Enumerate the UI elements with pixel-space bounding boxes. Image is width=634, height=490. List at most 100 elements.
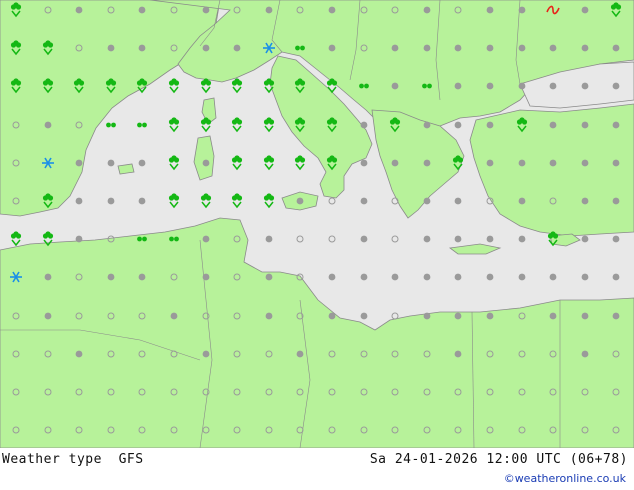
overcast-icon xyxy=(423,159,431,167)
overcast-icon xyxy=(75,350,83,358)
overcast-icon xyxy=(107,44,115,52)
overcast-icon xyxy=(581,312,589,320)
overcast-icon xyxy=(612,273,620,281)
overcast-icon xyxy=(138,44,146,52)
overcast-icon xyxy=(138,273,146,281)
overcast-icon xyxy=(486,6,494,14)
overcast-icon xyxy=(486,235,494,243)
overcast-icon xyxy=(202,6,210,14)
overcast-icon xyxy=(391,44,399,52)
map-datetime: Sa 24-01-2026 12:00 UTC (06+78) xyxy=(369,452,628,467)
overcast-icon xyxy=(202,273,210,281)
overcast-icon xyxy=(360,159,368,167)
overcast-icon xyxy=(75,6,83,14)
overcast-icon xyxy=(612,121,620,129)
overcast-icon xyxy=(581,350,589,358)
overcast-icon xyxy=(549,44,557,52)
overcast-icon xyxy=(612,159,620,167)
overcast-icon xyxy=(518,44,526,52)
map-title: Weather type xyxy=(2,452,102,467)
overcast-icon xyxy=(423,121,431,129)
overcast-icon xyxy=(138,6,146,14)
overcast-icon xyxy=(170,312,178,320)
overcast-icon xyxy=(44,121,52,129)
overcast-icon xyxy=(328,312,336,320)
overcast-icon xyxy=(549,121,557,129)
overcast-icon xyxy=(581,159,589,167)
overcast-icon xyxy=(486,159,494,167)
overcast-icon xyxy=(612,82,620,90)
overcast-icon xyxy=(75,159,83,167)
weather-map xyxy=(0,0,634,448)
overcast-icon xyxy=(360,273,368,281)
overcast-icon xyxy=(296,350,304,358)
overcast-icon xyxy=(581,6,589,14)
overcast-icon xyxy=(391,82,399,90)
overcast-icon xyxy=(107,197,115,205)
overcast-icon xyxy=(423,312,431,320)
overcast-icon xyxy=(486,82,494,90)
overcast-icon xyxy=(328,44,336,52)
overcast-icon xyxy=(360,197,368,205)
overcast-icon xyxy=(107,159,115,167)
overcast-icon xyxy=(202,44,210,52)
overcast-icon xyxy=(486,312,494,320)
overcast-icon xyxy=(454,197,462,205)
map-footer-left: Weather type GFS xyxy=(2,452,144,467)
overcast-icon xyxy=(581,44,589,52)
overcast-icon xyxy=(202,159,210,167)
overcast-icon xyxy=(44,273,52,281)
overcast-icon xyxy=(486,44,494,52)
overcast-icon xyxy=(549,82,557,90)
overcast-icon xyxy=(107,273,115,281)
overcast-icon xyxy=(581,235,589,243)
overcast-icon xyxy=(138,159,146,167)
land-balearic xyxy=(117,163,135,175)
overcast-icon xyxy=(612,197,620,205)
overcast-icon xyxy=(518,159,526,167)
overcast-icon xyxy=(423,44,431,52)
overcast-icon xyxy=(454,350,462,358)
overcast-icon xyxy=(423,6,431,14)
overcast-icon xyxy=(423,273,431,281)
overcast-icon xyxy=(391,159,399,167)
overcast-icon xyxy=(265,235,273,243)
overcast-icon xyxy=(454,273,462,281)
overcast-icon xyxy=(518,82,526,90)
weather-map-panel: Weather type GFS Sa 24-01-2026 12:00 UTC… xyxy=(0,0,634,490)
overcast-icon xyxy=(486,273,494,281)
overcast-icon xyxy=(549,273,557,281)
overcast-icon xyxy=(612,312,620,320)
overcast-icon xyxy=(454,235,462,243)
overcast-icon xyxy=(391,273,399,281)
overcast-icon xyxy=(454,312,462,320)
overcast-icon xyxy=(518,6,526,14)
overcast-icon xyxy=(360,312,368,320)
overcast-icon xyxy=(549,159,557,167)
overcast-icon xyxy=(612,44,620,52)
overcast-icon xyxy=(328,273,336,281)
overcast-icon xyxy=(581,82,589,90)
overcast-icon xyxy=(454,82,462,90)
overcast-icon xyxy=(486,121,494,129)
overcast-icon xyxy=(581,197,589,205)
overcast-icon xyxy=(138,197,146,205)
overcast-icon xyxy=(202,235,210,243)
overcast-icon xyxy=(75,197,83,205)
model-name: GFS xyxy=(118,452,144,467)
overcast-icon xyxy=(360,121,368,129)
overcast-icon xyxy=(423,235,431,243)
overcast-icon xyxy=(44,312,52,320)
credit-link[interactable]: ©weatheronline.co.uk xyxy=(504,472,626,485)
overcast-icon xyxy=(75,235,83,243)
overcast-icon xyxy=(265,6,273,14)
overcast-icon xyxy=(454,44,462,52)
overcast-icon xyxy=(423,197,431,205)
overcast-icon xyxy=(549,312,557,320)
overcast-icon xyxy=(328,6,336,14)
overcast-icon xyxy=(518,273,526,281)
overcast-icon xyxy=(233,44,241,52)
overcast-icon xyxy=(612,235,620,243)
overcast-icon xyxy=(454,121,462,129)
overcast-icon xyxy=(581,273,589,281)
